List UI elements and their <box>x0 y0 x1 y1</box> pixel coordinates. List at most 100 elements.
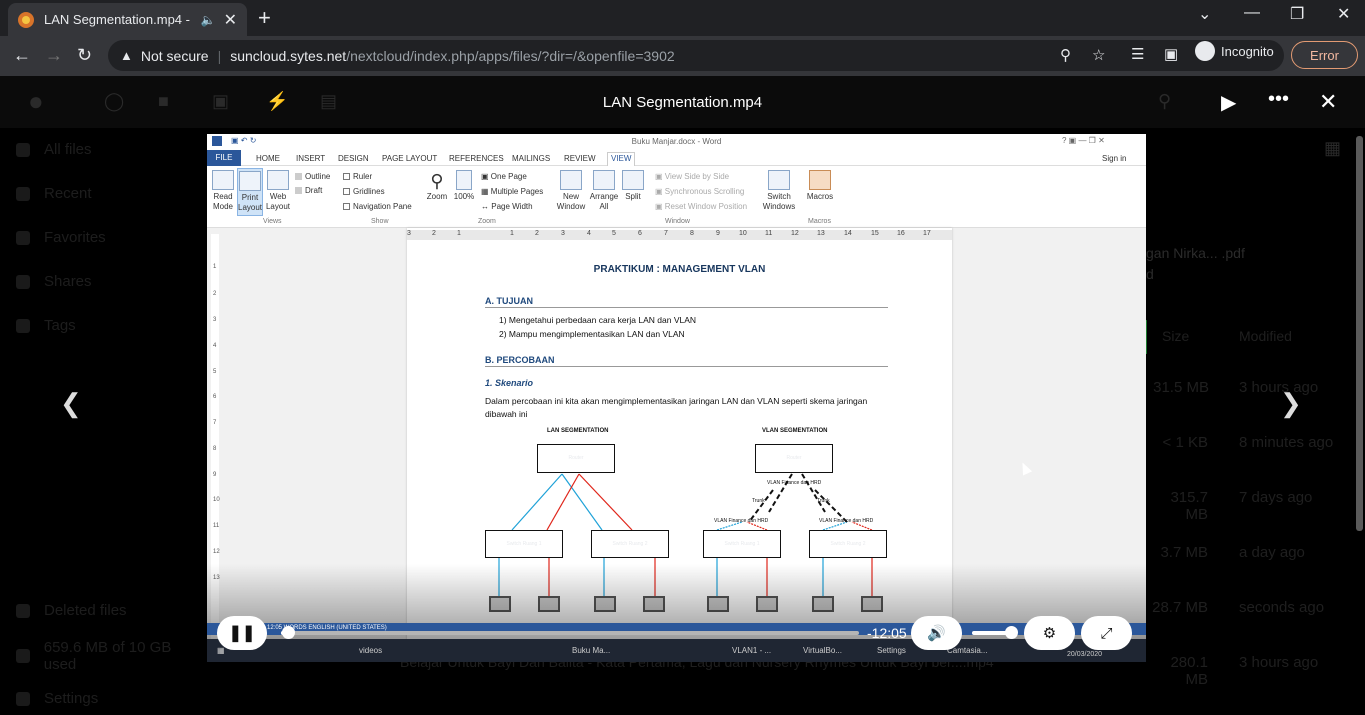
settings-button[interactable]: ⚙ <box>1024 616 1075 650</box>
reset-position-button: ▣ Reset Window Position <box>655 202 748 211</box>
tab-file: FILE <box>207 150 241 166</box>
sidebar-item-favorites[interactable]: Favorites <box>16 229 106 246</box>
viewer-title: LAN Segmentation.mp4 <box>602 94 763 111</box>
sidebar-item-recent[interactable]: Recent <box>16 185 92 202</box>
sidebar-item-shares[interactable]: Shares <box>16 273 92 290</box>
column-size[interactable]: Size <box>1162 328 1189 344</box>
file-size: 28.7 MB <box>1152 599 1208 616</box>
fullscreen-icon: ⤢ <box>1100 624 1113 642</box>
volume-slider[interactable] <box>972 626 1018 639</box>
split-button: Split <box>621 170 645 202</box>
browser-tab-bar: LAN Segmentation.mp4 - Su 🔈 ✕ + ⌄ — ❐ ✕ <box>0 0 1365 36</box>
pause-icon: ❚❚ <box>228 625 256 642</box>
incognito-icon <box>1195 41 1215 61</box>
close-viewer-icon[interactable]: ✕ <box>1319 89 1337 115</box>
incognito-profile[interactable]: Incognito <box>1195 41 1274 61</box>
file-modified: 3 hours ago <box>1239 379 1319 396</box>
tab-mailings: MAILINGS <box>512 154 551 163</box>
close-tab-icon[interactable]: ✕ <box>224 10 237 30</box>
taskbar-item: VirtualBo... <box>803 646 842 655</box>
vlan-switch-2: Switch Ruang 2 <box>809 530 887 558</box>
sync-scroll-button: ▣ Synchronous Scrolling <box>655 187 745 196</box>
file-size: 280.1 MB <box>1170 654 1208 688</box>
vlan-router: Router <box>755 444 833 473</box>
quota-label: 659.6 MB of 10 GB used <box>43 639 172 673</box>
warning-icon[interactable]: ▲ <box>120 48 133 63</box>
star-icon <box>16 230 30 245</box>
folder-icon <box>16 142 30 157</box>
more-options-icon[interactable]: ••• <box>1268 88 1289 111</box>
sidebar-item-all-files[interactable]: All files <box>16 141 92 158</box>
seek-bar[interactable] <box>281 626 859 639</box>
window-group-label: Window <box>665 218 690 225</box>
next-arrow-icon[interactable]: ❯ <box>1280 388 1302 419</box>
file-modified: seconds ago <box>1239 599 1325 616</box>
bookmark-star-icon[interactable]: ☆ <box>1092 46 1105 64</box>
trunk-label: Trunk <box>817 498 830 504</box>
omnibox[interactable]: ▲ Not secure | suncloud.sytes.net/nextcl… <box>108 40 1284 71</box>
speaker-icon[interactable]: 🔈 <box>201 13 216 27</box>
volume-icon: 🔊 <box>927 625 946 642</box>
word-signin: Sign in <box>1102 154 1127 163</box>
tab-home: HOME <box>256 154 280 163</box>
ruler-checkbox: Ruler <box>343 172 372 181</box>
error-button[interactable]: Error <box>1291 41 1358 69</box>
vlan-label: VLAN Finance dan HRD <box>767 480 822 486</box>
back-icon[interactable]: ← <box>13 45 31 66</box>
mute-button[interactable]: 🔊 <box>911 616 962 650</box>
security-label[interactable]: Not secure <box>141 48 209 64</box>
pause-button[interactable]: ❚❚ <box>217 616 267 650</box>
video-frame[interactable]: ▣ ↶ ↻ Buku Manjar.docx - Word ? ▣ — ❐ ✕ … <box>207 134 1146 662</box>
viewer-header: ● ◯ ■ ▣ ⚡ ▤ ⚲ LAN Segmentation.mp4 ▶ •••… <box>0 76 1365 128</box>
fullscreen-button[interactable]: ⤢ <box>1081 616 1132 650</box>
tab-page-layout: PAGE LAYOUT <box>382 154 438 163</box>
macros-button: Macros <box>805 170 835 202</box>
incognito-label: Incognito <box>1221 43 1274 59</box>
word-ribbon-tabs: FILE HOME INSERT DESIGN PAGE LAYOUT REFE… <box>207 150 1146 166</box>
sidebar-item-label: Tags <box>44 317 76 334</box>
zoom-100-button: 100% <box>453 170 475 202</box>
key-icon[interactable]: ⚲ <box>1060 46 1071 64</box>
print-layout-button: Print Layout <box>237 168 263 216</box>
column-modified[interactable]: Modified <box>1239 328 1292 344</box>
file-partial-name: d <box>1146 266 1154 282</box>
windows-taskbar: ▦ videos Buku Ma... Settings VLAN1 - ...… <box>207 639 1146 662</box>
slideshow-play-icon[interactable]: ▶ <box>1221 90 1236 115</box>
sidebar-item-settings[interactable]: Settings <box>16 690 98 707</box>
sidebar-item-label: All files <box>44 141 92 158</box>
tab-references: REFERENCES <box>449 154 504 163</box>
previous-arrow-icon[interactable]: ❮ <box>60 388 82 419</box>
file-size: 31.5 MB <box>1153 379 1209 396</box>
restore-icon[interactable]: ❐ <box>1290 4 1304 24</box>
zoom-button: ⚲ Zoom <box>426 171 448 201</box>
lan-switch-1: Switch Ruang 1 <box>485 530 563 558</box>
file-list: ▦ gan Nirka... .pdf d Size Modified 31.5… <box>1146 128 1365 715</box>
url-path[interactable]: /nextcloud/index.php/apps/files/?dir=/&o… <box>346 48 674 64</box>
reload-icon[interactable]: ↻ <box>77 45 92 66</box>
side-panel-icon[interactable]: ▣ <box>1164 45 1178 63</box>
word-window-controls: ? ▣ — ❐ ✕ <box>1062 136 1105 145</box>
seek-handle[interactable] <box>281 626 295 639</box>
volume-handle[interactable] <box>1004 626 1018 639</box>
tab-design: DESIGN <box>338 154 369 163</box>
new-tab-button[interactable]: + <box>258 5 271 31</box>
close-window-icon[interactable]: ✕ <box>1337 4 1350 24</box>
web-layout-button: Web Layout <box>265 170 291 212</box>
remaining-time: -12:05 <box>867 625 907 641</box>
tab-search-icon[interactable]: ⌄ <box>1198 4 1211 24</box>
minimize-icon[interactable]: — <box>1244 4 1260 22</box>
arrange-all-button: Arrange All <box>589 170 619 212</box>
word-titlebar: ▣ ↶ ↻ Buku Manjar.docx - Word ? ▣ — ❐ ✕ <box>207 134 1146 150</box>
forward-icon[interactable]: → <box>45 45 63 66</box>
side-by-side-button: ▣ View Side by Side <box>655 172 730 181</box>
sidebar-item-label: Favorites <box>44 229 106 246</box>
outline-button: Outline <box>295 172 330 181</box>
views-group-label: Views <box>263 218 282 225</box>
url-host[interactable]: suncloud.sytes.net <box>230 48 346 64</box>
sidebar-item-deleted[interactable]: Deleted files <box>16 602 127 619</box>
nextcloud-favicon-icon <box>18 11 34 28</box>
page-scrollbar[interactable] <box>1356 136 1363 531</box>
sidebar-item-tags[interactable]: Tags <box>16 317 76 334</box>
reading-list-icon[interactable]: ☰ <box>1131 45 1144 63</box>
browser-tab[interactable]: LAN Segmentation.mp4 - Su 🔈 ✕ <box>8 3 247 36</box>
